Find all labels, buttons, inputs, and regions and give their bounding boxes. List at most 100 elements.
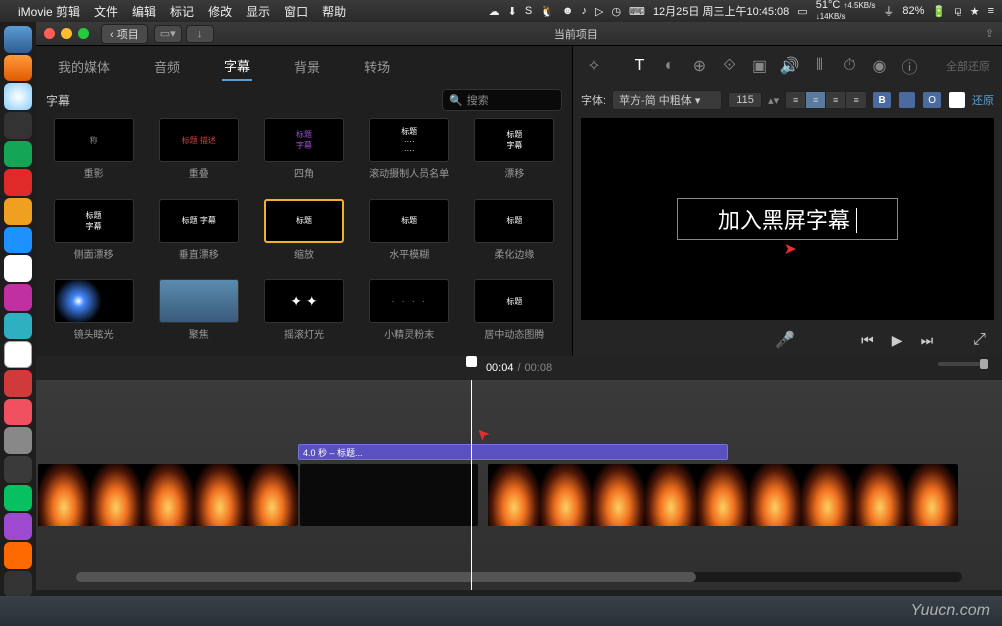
title-thumbnail[interactable]: 标题 字幕四角 bbox=[254, 118, 353, 191]
dock-app-2[interactable] bbox=[4, 55, 32, 82]
play-button[interactable]: ▶ bbox=[892, 332, 903, 349]
title-thumbnail[interactable]: 标题 字幕侧面漂移 bbox=[44, 199, 143, 272]
scrollbar-thumb[interactable] bbox=[76, 572, 696, 582]
next-button[interactable]: ⏭ bbox=[921, 332, 934, 349]
dock-app-11[interactable] bbox=[4, 313, 32, 340]
dock-app-5[interactable] bbox=[4, 141, 32, 168]
align-justify-button[interactable]: ≡ bbox=[846, 92, 866, 108]
dock-calendar[interactable] bbox=[4, 255, 32, 282]
view-mode-button[interactable]: ▭▾ bbox=[154, 25, 182, 43]
tab-my-media[interactable]: 我的媒体 bbox=[56, 53, 112, 80]
restore-all-button[interactable]: 全部还原 bbox=[946, 58, 990, 74]
dock-app-4[interactable] bbox=[4, 112, 32, 139]
align-center-button[interactable]: ≡ bbox=[806, 92, 826, 108]
status-datetime[interactable]: 12月25日 周三上午10:45:08 bbox=[653, 3, 789, 19]
menu-window[interactable]: 窗口 bbox=[284, 3, 308, 20]
video-clip-2[interactable] bbox=[488, 464, 958, 526]
title-thumbnail[interactable]: 标题 字幕漂移 bbox=[465, 118, 564, 191]
dock-safari[interactable] bbox=[4, 83, 32, 110]
zoom-thumb[interactable] bbox=[980, 359, 988, 369]
crop-icon[interactable]: ⟐ bbox=[721, 57, 739, 75]
dock-app-19[interactable] bbox=[4, 542, 32, 569]
dock-app-12[interactable] bbox=[4, 341, 32, 368]
menu-view[interactable]: 显示 bbox=[246, 3, 270, 20]
color-correction-icon[interactable]: ⊕ bbox=[691, 57, 709, 75]
timeline-scrollbar[interactable] bbox=[76, 572, 962, 582]
share-button[interactable]: ⇪ bbox=[985, 27, 994, 40]
restore-text-button[interactable]: 还原 bbox=[972, 92, 994, 108]
status-s-icon[interactable]: S bbox=[525, 5, 532, 17]
dock-app-10[interactable] bbox=[4, 284, 32, 311]
speed-icon[interactable]: ⏱ bbox=[841, 57, 859, 75]
video-preview[interactable]: 加入黑屏字幕 ➤ bbox=[581, 118, 994, 320]
dock-finder[interactable] bbox=[4, 26, 32, 53]
title-clip[interactable]: 4.0 秒 – 标题... bbox=[298, 444, 728, 460]
dock-wechat[interactable] bbox=[4, 485, 32, 512]
tab-titles[interactable]: 字幕 bbox=[222, 52, 252, 81]
title-thumbnail[interactable]: 称重影 bbox=[44, 118, 143, 191]
status-star-icon[interactable]: ★ bbox=[970, 5, 980, 18]
auto-enhance-icon[interactable]: ✧ bbox=[585, 57, 603, 75]
dock-app-8[interactable] bbox=[4, 227, 32, 254]
fullscreen-icon[interactable]: ⤢ bbox=[973, 331, 986, 349]
dock-app-16[interactable] bbox=[4, 456, 32, 483]
dock-app-18[interactable] bbox=[4, 513, 32, 540]
menu-modify[interactable]: 修改 bbox=[208, 3, 232, 20]
stabilize-icon[interactable]: ▣ bbox=[751, 57, 769, 75]
italic-button[interactable] bbox=[899, 92, 915, 108]
title-thumbnail[interactable]: 标题水平模糊 bbox=[360, 199, 459, 272]
minimize-button[interactable] bbox=[61, 28, 72, 39]
menu-mark[interactable]: 标记 bbox=[170, 3, 194, 20]
color-balance-icon[interactable]: ◐ bbox=[661, 57, 679, 75]
playhead[interactable] bbox=[471, 380, 472, 590]
close-button[interactable] bbox=[44, 28, 55, 39]
app-menu[interactable]: iMovie 剪辑 bbox=[18, 3, 80, 20]
status-wifi-icon[interactable]: ⏚ bbox=[883, 3, 894, 19]
align-left-button[interactable]: ≡ bbox=[786, 92, 806, 108]
title-text-editor[interactable]: 加入黑屏字幕 ➤ bbox=[677, 198, 898, 240]
prev-button[interactable]: ⏮ bbox=[861, 332, 874, 349]
status-download-icon[interactable]: ⬇ bbox=[508, 5, 517, 18]
status-clock-icon[interactable]: ◷ bbox=[611, 5, 621, 18]
font-family-select[interactable]: 苹方-简 中粗体 ▾ bbox=[612, 90, 722, 110]
volume-icon[interactable]: 🔊 bbox=[781, 57, 799, 75]
import-button[interactable]: ↓ bbox=[186, 25, 214, 43]
menu-file[interactable]: 文件 bbox=[94, 3, 118, 20]
dock-app-7[interactable] bbox=[4, 198, 32, 225]
dock-app-13[interactable] bbox=[4, 370, 32, 397]
size-stepper[interactable]: ▴▾ bbox=[768, 94, 779, 107]
bold-button[interactable]: B bbox=[873, 92, 891, 108]
title-thumbnail[interactable]: 小精灵粉末 bbox=[360, 279, 459, 352]
dock-app-15[interactable] bbox=[4, 427, 32, 454]
dock-app-6[interactable] bbox=[4, 169, 32, 196]
status-display-icon[interactable]: ▭ bbox=[797, 5, 807, 18]
menu-edit[interactable]: 编辑 bbox=[132, 3, 156, 20]
align-right-button[interactable]: ≡ bbox=[826, 92, 846, 108]
filter-icon[interactable]: ◉ bbox=[871, 57, 889, 75]
text-color-swatch[interactable] bbox=[949, 92, 965, 108]
title-thumbnail[interactable]: 标题 描述重叠 bbox=[149, 118, 248, 191]
font-size-input[interactable]: 115 bbox=[728, 92, 762, 108]
status-play-icon[interactable]: ▷ bbox=[595, 5, 603, 18]
tab-backgrounds[interactable]: 背景 bbox=[292, 53, 322, 80]
search-input[interactable]: 🔍 搜索 bbox=[442, 89, 562, 111]
tab-transitions[interactable]: 转场 bbox=[362, 53, 392, 80]
outline-button[interactable]: O bbox=[923, 92, 941, 108]
zoom-button[interactable] bbox=[78, 28, 89, 39]
status-keyboard-icon[interactable]: ⌨ bbox=[629, 5, 645, 18]
status-menu-icon[interactable]: ≡ bbox=[988, 5, 994, 17]
status-music-icon[interactable]: ♪ bbox=[581, 5, 587, 17]
time-ruler[interactable]: 00:04 / 00:08 bbox=[36, 356, 1002, 380]
text-tool-icon[interactable]: T bbox=[631, 57, 649, 75]
info-icon[interactable]: ⓘ bbox=[901, 57, 919, 75]
dock-app-20[interactable] bbox=[4, 571, 32, 598]
title-thumbnail[interactable]: 标题 字幕垂直漂移 bbox=[149, 199, 248, 272]
video-clip-1[interactable] bbox=[38, 464, 298, 526]
dock-app-14[interactable] bbox=[4, 399, 32, 426]
status-battery[interactable]: 82% bbox=[902, 5, 924, 17]
title-thumbnail[interactable]: 聚焦 bbox=[149, 279, 248, 352]
video-clip-black[interactable] bbox=[300, 464, 478, 526]
timeline-tracks[interactable]: ➤ 4.0 秒 – 标题... bbox=[36, 380, 1002, 590]
voiceover-icon[interactable]: 🎤 bbox=[775, 330, 795, 350]
title-thumbnail[interactable]: 标题 ···· ····滚动摄制人员名单 bbox=[360, 118, 459, 191]
